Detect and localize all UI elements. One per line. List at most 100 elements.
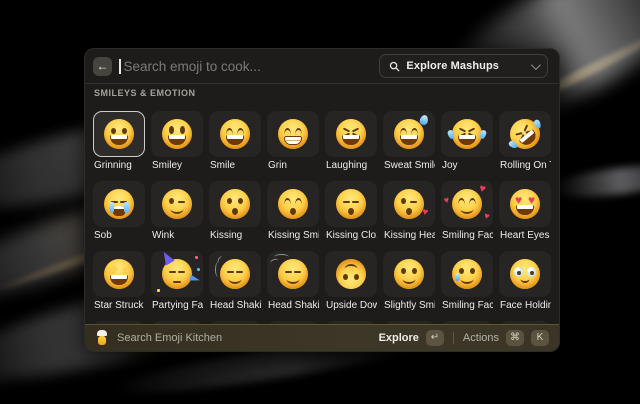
emoji-label: Smiling Fac... — [441, 299, 493, 312]
emoji-tile[interactable] — [325, 251, 377, 297]
emoji-cell[interactable]: Slightly Smil... — [383, 251, 435, 312]
emoji-face — [394, 119, 424, 149]
emoji-cell[interactable]: Sob — [93, 181, 145, 242]
emoji-cell[interactable]: Upside Dow... — [325, 251, 377, 312]
emoji-cell[interactable]: Sweat Smile — [383, 111, 435, 172]
explore-action-label[interactable]: Explore — [379, 332, 419, 344]
search-input[interactable] — [122, 58, 380, 75]
emoji-face — [220, 189, 250, 219]
emoji-cell[interactable]: Wink — [151, 181, 203, 242]
emoji-label: Laughing — [325, 159, 377, 172]
emoji-face — [162, 259, 192, 289]
emoji-tile[interactable] — [383, 251, 435, 297]
emoji-tile[interactable] — [325, 111, 377, 157]
emoji-tile[interactable] — [151, 181, 203, 227]
emoji-face — [220, 259, 250, 289]
emoji-face — [336, 259, 366, 289]
back-arrow-icon: ← — [97, 59, 109, 73]
emoji-face — [104, 259, 134, 289]
section-title: SMILEYS & EMOTION — [94, 88, 196, 98]
k-key-icon: K — [531, 330, 549, 346]
emoji-tile[interactable] — [151, 111, 203, 157]
emoji-label: Smiling Fac... — [441, 229, 493, 242]
emoji-label: Smile — [209, 159, 261, 172]
emoji-tile[interactable] — [209, 181, 261, 227]
emoji-cell[interactable]: Face Holdin... — [499, 251, 551, 312]
divider — [85, 83, 559, 84]
emoji-face — [452, 119, 482, 149]
emoji-tile[interactable] — [267, 251, 319, 297]
emoji-cell[interactable]: Star Struck — [93, 251, 145, 312]
emoji-label: Grinning — [93, 159, 145, 172]
dropdown-label: Explore Mashups — [406, 60, 525, 72]
emoji-cell[interactable]: Kissing — [209, 181, 261, 242]
emoji-label: Smiley — [151, 159, 203, 172]
emoji-cell[interactable]: Kissing Clo... — [325, 181, 377, 242]
emoji-label: Rolling On T... — [499, 159, 551, 172]
emoji-cell[interactable]: Smiley — [151, 111, 203, 172]
emoji-tile[interactable] — [441, 181, 493, 227]
command-key-icon: ⌘ — [506, 330, 524, 346]
emoji-tile[interactable] — [325, 181, 377, 227]
emoji-cell[interactable]: Heart Eyes — [499, 181, 551, 242]
emoji-label: Upside Dow... — [325, 299, 377, 312]
emoji-face — [452, 189, 482, 219]
emoji-cell[interactable]: Kissing Heart — [383, 181, 435, 242]
emoji-tile[interactable] — [499, 251, 551, 297]
emoji-tile[interactable] — [93, 181, 145, 227]
emoji-tile[interactable] — [499, 111, 551, 157]
emoji-face — [278, 259, 308, 289]
emoji-tile[interactable] — [383, 181, 435, 227]
emoji-tile[interactable] — [441, 111, 493, 157]
emoji-tile[interactable] — [499, 181, 551, 227]
emoji-label: Star Struck — [93, 299, 145, 312]
emoji-label: Grin — [267, 159, 319, 172]
emoji-cell[interactable]: Joy — [441, 111, 493, 172]
emoji-tile[interactable] — [383, 111, 435, 157]
search-icon — [389, 61, 400, 72]
emoji-face — [452, 259, 482, 289]
emoji-face — [278, 189, 308, 219]
explore-mashups-dropdown[interactable]: Explore Mashups — [379, 54, 548, 78]
action-bar: Search Emoji Kitchen Explore ↵ Actions ⌘… — [85, 324, 559, 351]
emoji-cell[interactable]: Rolling On T... — [499, 111, 551, 172]
emoji-tile[interactable] — [267, 181, 319, 227]
back-button[interactable]: ← — [93, 57, 112, 76]
emoji-tile[interactable] — [151, 251, 203, 297]
text-cursor — [119, 59, 121, 74]
emoji-tile[interactable] — [441, 251, 493, 297]
emoji-cell[interactable]: Smiling Fac... — [441, 251, 493, 312]
emoji-tile[interactable] — [209, 111, 261, 157]
emoji-label: Head Shaki... — [267, 299, 319, 312]
actions-menu-label[interactable]: Actions — [463, 332, 499, 344]
emoji-label: Joy — [441, 159, 493, 172]
emoji-label: Face Holdin... — [499, 299, 551, 312]
emoji-cell[interactable]: Head Shaki... — [209, 251, 261, 312]
emoji-face — [510, 259, 540, 289]
emoji-cell[interactable]: Head Shaki... — [267, 251, 319, 312]
chef-icon — [95, 330, 109, 346]
emoji-tile[interactable] — [93, 251, 145, 297]
emoji-face — [104, 119, 134, 149]
emoji-label: Head Shaki... — [209, 299, 261, 312]
emoji-face — [504, 113, 546, 155]
emoji-cell[interactable]: Laughing — [325, 111, 377, 172]
emoji-tile[interactable] — [93, 111, 145, 157]
emoji-cell[interactable]: Kissing Smil... — [267, 181, 319, 242]
app-label: Search Emoji Kitchen — [117, 332, 222, 344]
emoji-kitchen-window: ← Explore Mashups SMILEYS & EMOTION Grin… — [84, 48, 560, 352]
emoji-face — [162, 119, 192, 149]
emoji-cell[interactable]: Smiling Fac... — [441, 181, 493, 242]
chevron-down-icon — [531, 60, 541, 70]
emoji-cell[interactable]: Partying Face — [151, 251, 203, 312]
emoji-label: Kissing Smil... — [267, 229, 319, 242]
emoji-cell[interactable]: Grinning — [93, 111, 145, 172]
emoji-cell[interactable]: Grin — [267, 111, 319, 172]
emoji-label: Kissing Heart — [383, 229, 435, 242]
emoji-grid: Grinning Smiley Smile Grin Laughing Sweat Smi… — [93, 105, 551, 324]
emoji-cell[interactable]: Smile — [209, 111, 261, 172]
emoji-label: Slightly Smil... — [383, 299, 435, 312]
emoji-label: Sweat Smile — [383, 159, 435, 172]
emoji-tile[interactable] — [267, 111, 319, 157]
emoji-tile[interactable] — [209, 251, 261, 297]
